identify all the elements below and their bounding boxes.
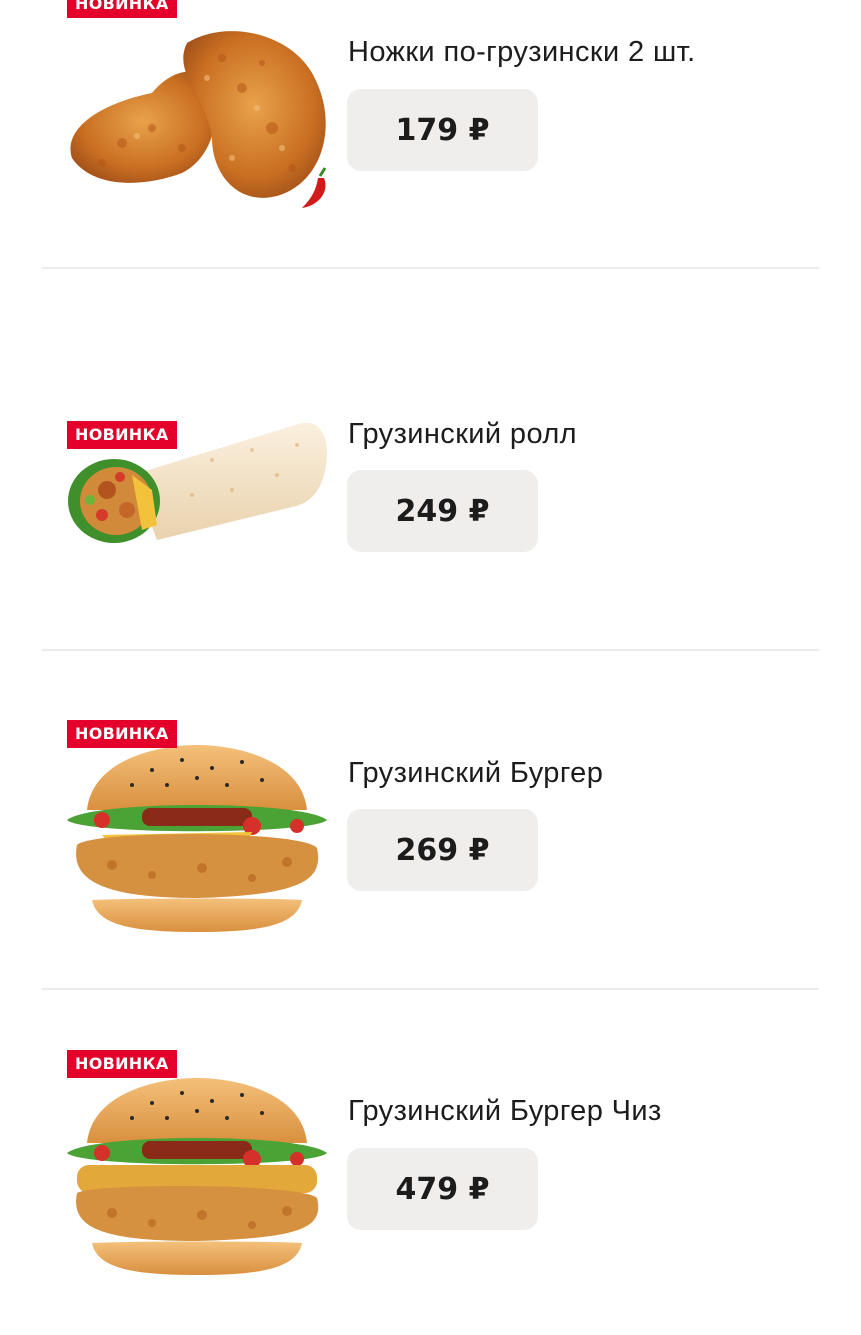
menu-item-cheeseburger[interactable]: НОВИНКА Грузинский Бургер Чиз 479 ₽	[0, 1035, 861, 1335]
price-button[interactable]: 249 ₽	[347, 470, 538, 552]
new-badge: НОВИНКА	[67, 421, 177, 449]
price-button[interactable]: 479 ₽	[347, 1148, 538, 1230]
price-button[interactable]: 269 ₽	[347, 809, 538, 891]
new-badge: НОВИНКА	[67, 0, 177, 18]
item-title[interactable]: Грузинский Бургер	[348, 757, 603, 790]
menu-item-roll[interactable]: НОВИНКА Грузинский ролл 249 ₽	[0, 400, 861, 700]
chicken-cheeseburger-image[interactable]	[62, 1073, 332, 1293]
item-title[interactable]: Грузинский ролл	[348, 418, 577, 451]
divider	[42, 649, 819, 651]
divider	[42, 988, 819, 990]
chicken-burger-image[interactable]	[62, 740, 332, 960]
price-button[interactable]: 179 ₽	[347, 89, 538, 171]
new-badge: НОВИНКА	[67, 1050, 177, 1078]
item-title[interactable]: Грузинский Бургер Чиз	[348, 1095, 662, 1128]
menu-item-drumsticks[interactable]: НОВИНКА Ножки по-грузински 2 шт. 179 ₽	[0, 0, 861, 300]
divider	[42, 267, 819, 269]
menu-item-burger[interactable]: НОВИНКА Грузинский Бургер 269 ₽	[0, 700, 861, 1000]
item-title[interactable]: Ножки по-грузински 2 шт.	[348, 36, 696, 69]
chicken-drumsticks-image[interactable]	[62, 8, 332, 228]
new-badge: НОВИНКА	[67, 720, 177, 748]
